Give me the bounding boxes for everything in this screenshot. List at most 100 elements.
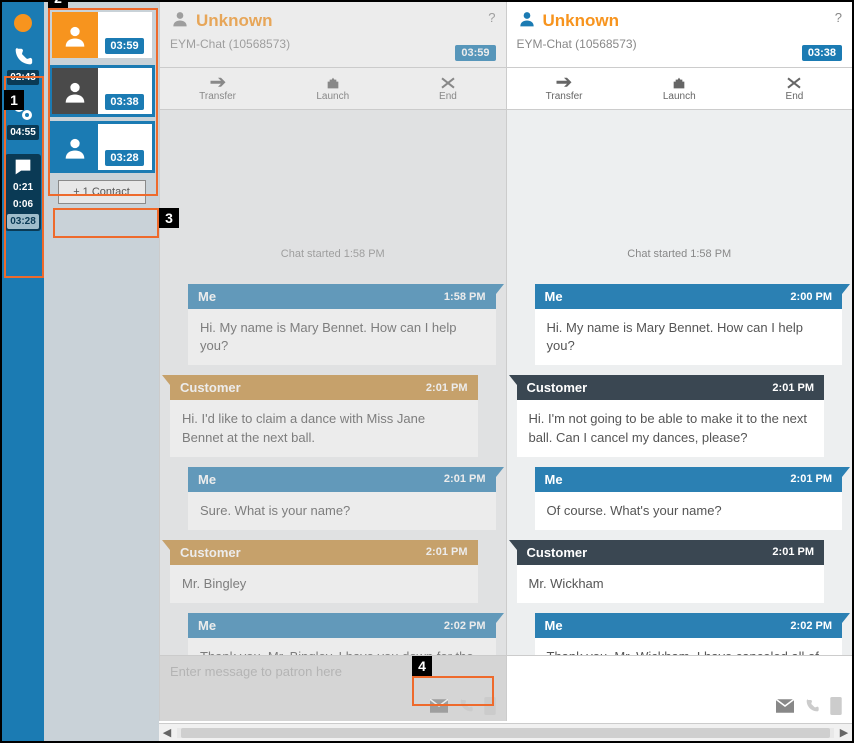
chat-pane: Unknown EYM-Chat (10568573)? 03:59 Transfer… — [159, 2, 506, 721]
contact-card[interactable]: 03:28 — [52, 124, 152, 170]
toolbar-launch[interactable]: Launch — [622, 68, 737, 109]
message-time: 2:01 PM — [444, 473, 486, 485]
mail-icon[interactable] — [430, 699, 448, 718]
message-me: Me2:00 PMHi. My name is Mary Bennet. How… — [517, 284, 843, 365]
message-body: Thank you, Mr. Bingley. I have you down … — [188, 638, 496, 655]
contact-time: 03:59 — [105, 38, 143, 54]
scroll-right-arrow[interactable]: ▶ — [836, 726, 852, 739]
scroll-track[interactable] — [177, 728, 834, 738]
message-input[interactable] — [507, 656, 853, 695]
message-sender: Me — [545, 289, 563, 304]
avatar — [52, 124, 98, 170]
message-sender: Me — [198, 472, 216, 487]
scroll-thumb[interactable] — [181, 728, 830, 738]
message-me: Me 2:02 PM Thank you, Mr. Bingley. I have … — [170, 613, 496, 655]
pane-header: Unknown EYM-Chat (10568573)? 03:38 — [507, 2, 853, 68]
rail-item-gears[interactable]: 04:55 — [5, 99, 41, 140]
mobile-icon[interactable] — [830, 697, 842, 720]
message-cust: Customer2:01 PMHi. I'd like to claim a d… — [170, 375, 496, 456]
toolbar-label: Launch — [663, 91, 696, 102]
h-scrollbar[interactable]: ◀ ▶ — [159, 723, 852, 741]
contacts-column: 03:59 03:38 03:28 + 1 Contact — [44, 2, 159, 741]
message-time: 2:01 PM — [772, 382, 814, 394]
mail-icon[interactable] — [776, 699, 794, 718]
message-body: Hi. My name is Mary Bennet. How can I he… — [535, 309, 843, 365]
toolbar-launch[interactable]: Launch — [275, 68, 390, 109]
message-body: Mr. Bingley — [170, 565, 478, 603]
message-body: Hi. My name is Mary Bennet. How can I he… — [188, 309, 496, 365]
help-icon[interactable]: ? — [488, 10, 495, 25]
rail-item-phone[interactable]: 02:43 — [5, 46, 41, 85]
toolbar-transfer[interactable]: Transfer — [160, 68, 275, 109]
message-body: Mr. Wickham — [517, 565, 825, 603]
toolbar-end[interactable]: End — [390, 68, 505, 109]
compose-area: Enter message to patron here — [160, 655, 506, 721]
message-me: Me2:02 PMThank you, Mr. Wickham. I have … — [517, 613, 843, 655]
rail-time: 02:43 — [7, 70, 39, 85]
rail-time: 0:21 — [7, 180, 39, 195]
phone-icon[interactable] — [458, 698, 474, 719]
message-me: Me2:01 PMOf course. What's your name? — [517, 467, 843, 530]
message-body: Of course. What's your name? — [535, 492, 843, 530]
pane-toolbar: Transfer Launch End — [507, 68, 853, 110]
activity-rail: 02:43 04:55 0:21 0:06 03:28 — [2, 2, 44, 741]
contact-time: 03:38 — [105, 94, 143, 110]
contact-card[interactable]: 03:38 — [52, 68, 152, 114]
message-sender: Customer — [180, 545, 241, 560]
chat-log: Chat started 1:58 PMMe1:58 PMHi. My name… — [160, 110, 506, 655]
message-body: Sure. What is your name? — [188, 492, 496, 530]
contact-name: Unknown — [196, 11, 273, 31]
message-time: 2:01 PM — [790, 473, 832, 485]
message-sender: Me — [198, 618, 216, 633]
message-time: 2:01 PM — [772, 546, 814, 558]
message-body: Hi. I'd like to claim a dance with Miss … — [170, 400, 478, 456]
chat-log: Chat started 1:58 PM Me2:00 PMHi. My name… — [507, 110, 853, 655]
person-icon — [170, 8, 190, 33]
contact-name: Unknown — [543, 11, 620, 31]
mobile-icon[interactable] — [484, 697, 496, 720]
chat-started-label: Chat started 1:58 PM — [170, 248, 496, 260]
avatar — [52, 12, 98, 58]
help-icon[interactable]: ? — [835, 10, 842, 25]
chat-id: EYM-Chat (10568573) — [517, 37, 843, 51]
rail-time: 03:28 — [7, 214, 39, 229]
phone-icon[interactable] — [804, 698, 820, 719]
message-me: Me 2:01 PM Sure. What is your name? — [170, 467, 496, 530]
pane-toolbar: Transfer Launch End — [160, 68, 506, 110]
contact-card[interactable]: 03:59 — [52, 12, 152, 58]
scroll-left-arrow[interactable]: ◀ — [159, 726, 175, 739]
rail-time: 04:55 — [7, 125, 39, 140]
add-contact-button[interactable]: + 1 Contact — [58, 180, 146, 204]
message-cust: Customer 2:01 PM Mr. Wickham — [517, 540, 843, 603]
chat-id: EYM-Chat (10568573) — [170, 37, 496, 51]
app-frame: 02:43 04:55 0:21 0:06 03:28 03:5903:3803… — [0, 0, 854, 743]
toolbar-label: Transfer — [199, 91, 236, 102]
message-cust: Customer 2:01 PM Hi. I'm not going to be a… — [517, 375, 843, 456]
chat-pane: Unknown EYM-Chat (10568573)? 03:38 Transfer… — [506, 2, 853, 721]
toolbar-label: Transfer — [546, 91, 583, 102]
message-sender: Customer — [527, 545, 588, 560]
message-input[interactable]: Enter message to patron here — [160, 656, 506, 695]
toolbar-label: End — [786, 91, 804, 102]
time-badge: 03:38 — [802, 45, 842, 61]
message-body: Hi. I'm not going to be able to make it … — [517, 400, 825, 456]
time-badge: 03:59 — [455, 45, 495, 61]
message-sender: Customer — [527, 380, 588, 395]
message-sender: Customer — [180, 380, 241, 395]
message-time: 2:02 PM — [444, 620, 486, 632]
contact-time: 03:28 — [105, 150, 143, 166]
person-icon — [517, 8, 537, 33]
chat-icon — [12, 156, 34, 178]
message-sender: Me — [198, 289, 216, 304]
message-time: 2:01 PM — [426, 546, 468, 558]
rail-time: 0:06 — [7, 197, 39, 212]
message-cust: Customer 2:01 PM Mr. Bingley — [170, 540, 496, 603]
chat-started-label: Chat started 1:58 PM — [517, 248, 843, 260]
rail-item-chat[interactable]: 0:21 0:06 03:28 — [5, 154, 41, 231]
toolbar-end[interactable]: End — [737, 68, 852, 109]
gears-icon — [11, 99, 35, 123]
toolbar-label: Launch — [316, 91, 349, 102]
toolbar-transfer[interactable]: Transfer — [507, 68, 622, 109]
compose-area — [507, 655, 853, 721]
chat-panes: Unknown EYM-Chat (10568573)? 03:59 Transfer… — [159, 2, 852, 721]
